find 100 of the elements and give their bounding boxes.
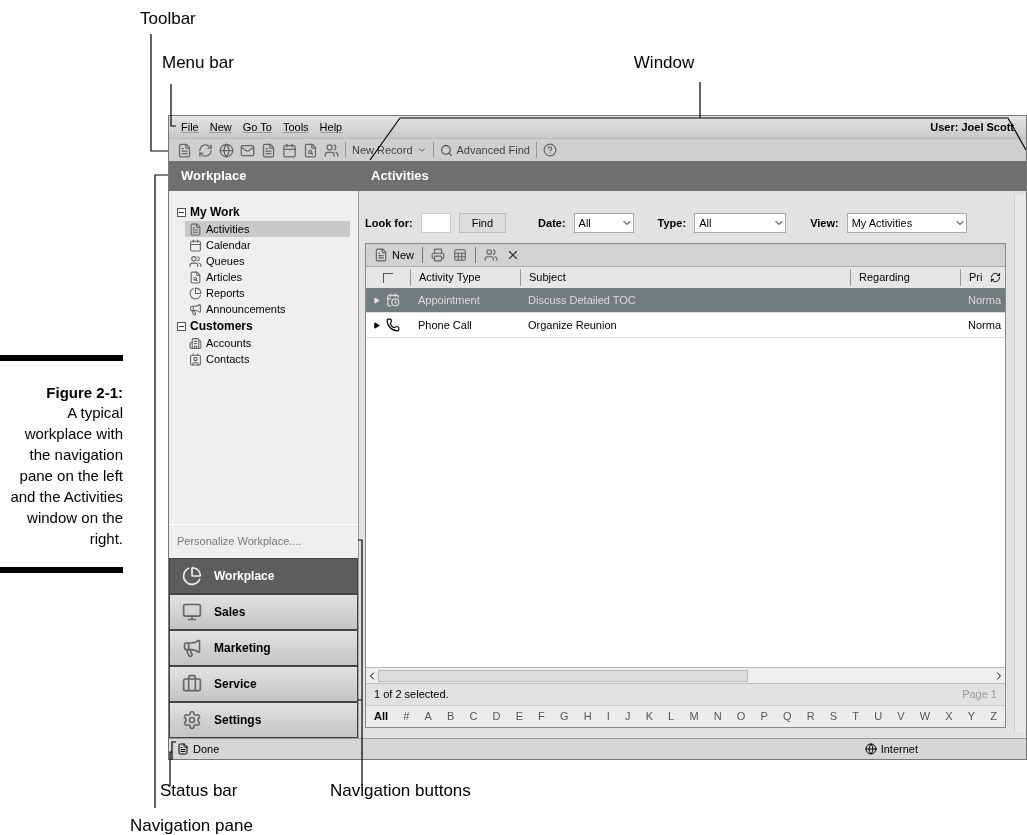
letter-filter-link[interactable]: O	[736, 708, 746, 725]
letter-filter-link[interactable]: S	[829, 708, 838, 725]
callout-label: Menu bar	[162, 52, 234, 74]
globe-icon[interactable]	[219, 142, 234, 158]
briefcase-icon	[182, 674, 202, 694]
page-indicator: Page 1	[962, 687, 997, 703]
letter-filter-link[interactable]: Y	[967, 708, 976, 725]
letter-filter-link[interactable]: H	[583, 708, 592, 725]
nav-button[interactable]: Workplace	[169, 558, 358, 594]
field-label: Look for:	[365, 215, 413, 231]
table-cell-text: Norma	[967, 292, 1001, 308]
letter-filter-link[interactable]: V	[897, 708, 905, 725]
letter-filter-link[interactable]: Q	[782, 708, 792, 725]
nav-button[interactable]: Service	[169, 666, 358, 702]
column-header[interactable]: Activity Type	[410, 269, 520, 286]
menu-item[interactable]: Help	[319, 118, 343, 136]
collapse-icon[interactable]	[177, 321, 186, 331]
letter-filter-link[interactable]: K	[645, 708, 653, 725]
tree-item[interactable]: Reports	[185, 285, 350, 301]
tree-group-label[interactable]: My Work	[190, 203, 240, 221]
letter-filter-link[interactable]: B	[446, 708, 455, 725]
calendar-icon	[189, 238, 202, 252]
advanced-find-button[interactable]: Advanced Find	[439, 141, 530, 159]
letter-filter-link[interactable]: Z	[990, 708, 997, 725]
tree-item[interactable]: Contacts	[185, 351, 350, 367]
people-icon[interactable]	[324, 142, 339, 158]
user-name: User: Joel Scott	[930, 119, 1014, 135]
letter-filter-link[interactable]: T	[852, 708, 859, 725]
page-title: Activities	[370, 167, 430, 186]
letter-filter-link[interactable]: D	[492, 708, 501, 725]
callout-label: Window	[633, 52, 695, 74]
field-label: Type:	[657, 215, 687, 231]
date-dropdown[interactable]: All	[573, 213, 634, 233]
letter-filter-link[interactable]: N	[713, 708, 722, 725]
tree-item[interactable]: Queues	[185, 253, 350, 269]
tree-item[interactable]: Calendar	[185, 237, 350, 253]
document-search-icon	[189, 270, 202, 284]
field-label: Date:	[538, 215, 566, 231]
help-icon[interactable]	[542, 143, 557, 157]
calendar-clock-icon	[386, 293, 400, 307]
people-icon[interactable]	[484, 248, 498, 262]
document-search-icon[interactable]	[303, 142, 318, 158]
new-button[interactable]: New	[374, 246, 414, 264]
tree-item[interactable]: Activities	[185, 221, 350, 237]
nav-button[interactable]: Settings	[169, 702, 358, 738]
letter-filter-link[interactable]: U	[874, 708, 883, 725]
view-dropdown[interactable]: My Activities	[846, 213, 967, 233]
letter-filter-link[interactable]: All	[374, 708, 389, 725]
envelope-icon[interactable]	[240, 142, 255, 158]
letter-filter-link[interactable]: A	[424, 708, 432, 725]
status-text: Done	[193, 741, 220, 757]
letter-filter-link[interactable]: I	[606, 708, 610, 725]
document-icon[interactable]	[177, 142, 192, 158]
new-record-button[interactable]: New Record	[352, 141, 427, 159]
phone-icon	[386, 318, 400, 332]
letter-filter-link[interactable]: F	[538, 708, 545, 725]
menu-item[interactable]: File	[181, 118, 199, 136]
letter-filter-link[interactable]: X	[945, 708, 953, 725]
column-header[interactable]: Pri	[960, 269, 990, 286]
type-dropdown[interactable]: All	[694, 213, 787, 233]
letter-filter-link[interactable]: E	[515, 708, 523, 725]
caret-icon	[416, 145, 427, 155]
letter-filter-link[interactable]: M	[689, 708, 699, 725]
letter-filter-link[interactable]: P	[760, 708, 768, 725]
delete-icon[interactable]	[506, 248, 520, 262]
calendar-icon[interactable]	[282, 142, 297, 158]
letter-filter-link[interactable]: G	[560, 708, 569, 725]
column-header[interactable]: Regarding	[850, 269, 960, 286]
tree-group-label[interactable]: Customers	[190, 317, 253, 335]
horizontal-scrollbar[interactable]	[366, 667, 1005, 683]
nav-button[interactable]: Marketing	[169, 630, 358, 666]
tree-item[interactable]: Articles	[185, 269, 350, 285]
printer-icon[interactable]	[431, 248, 445, 262]
spreadsheet-icon[interactable]	[453, 248, 467, 262]
select-all-checkbox[interactable]	[383, 272, 393, 283]
field-label: View:	[810, 215, 839, 231]
letter-filter-link[interactable]: L	[668, 708, 675, 725]
look-for-field[interactable]	[420, 213, 451, 233]
tree-item[interactable]: Announcements	[185, 301, 350, 317]
table-cell-text: Norma	[967, 317, 1001, 333]
callout-label: Navigation buttons	[330, 780, 471, 802]
vertical-scrollbar[interactable]	[1014, 195, 1026, 732]
row-expand-icon	[372, 321, 380, 329]
letter-filter-link[interactable]: #	[403, 708, 410, 725]
menu-item[interactable]: Go To	[242, 118, 272, 136]
letter-filter-link[interactable]: C	[469, 708, 478, 725]
tree-item[interactable]: Accounts	[185, 335, 350, 351]
menu-item[interactable]: New	[209, 118, 232, 136]
refresh-icon[interactable]	[990, 272, 1001, 283]
column-header[interactable]: Subject	[520, 269, 850, 286]
collapse-icon[interactable]	[177, 207, 186, 217]
find-button[interactable]: Find	[458, 213, 507, 233]
document-icon	[374, 248, 388, 262]
letter-filter-link[interactable]: R	[806, 708, 815, 725]
nav-button[interactable]: Sales	[169, 594, 358, 630]
letter-filter-link[interactable]: J	[625, 708, 631, 725]
letter-filter-link[interactable]: W	[919, 708, 931, 725]
document-icon[interactable]	[261, 142, 276, 158]
menu-item[interactable]: Tools	[282, 118, 309, 136]
pane-title: Workplace	[180, 167, 248, 186]
